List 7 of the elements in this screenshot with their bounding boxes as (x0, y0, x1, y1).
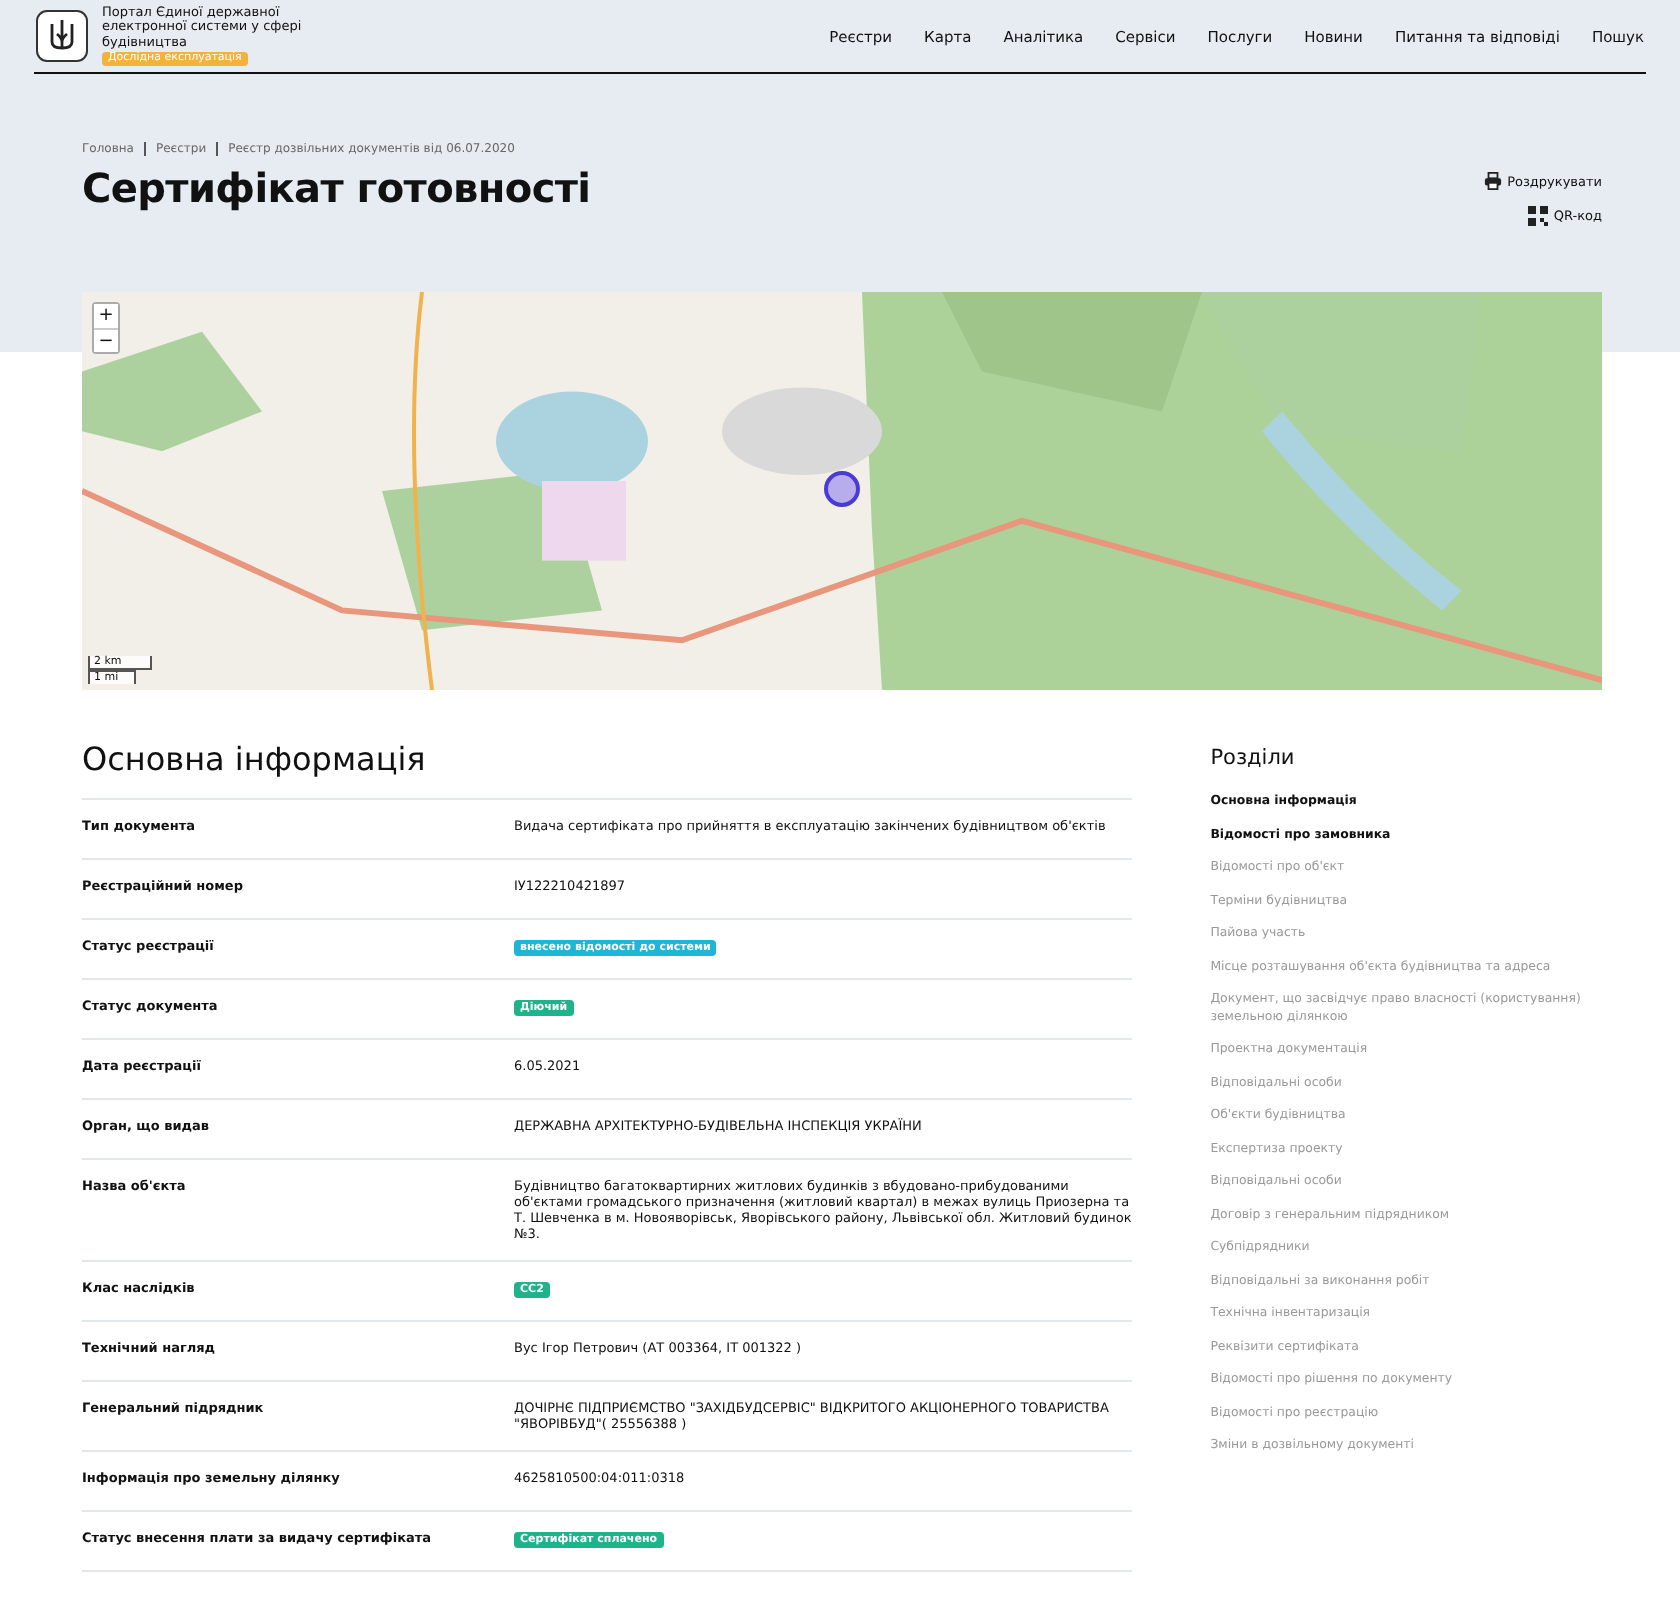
section-title: Основна інформація (82, 740, 428, 778)
zoom-out-button[interactable]: − (94, 328, 118, 352)
qr-code-icon (1527, 206, 1548, 226)
sections-title: Розділи (1210, 746, 1297, 770)
page-title: Сертифікат готовності (82, 164, 591, 216)
printer-icon (1483, 172, 1502, 190)
trident-logo-icon[interactable] (36, 10, 88, 62)
